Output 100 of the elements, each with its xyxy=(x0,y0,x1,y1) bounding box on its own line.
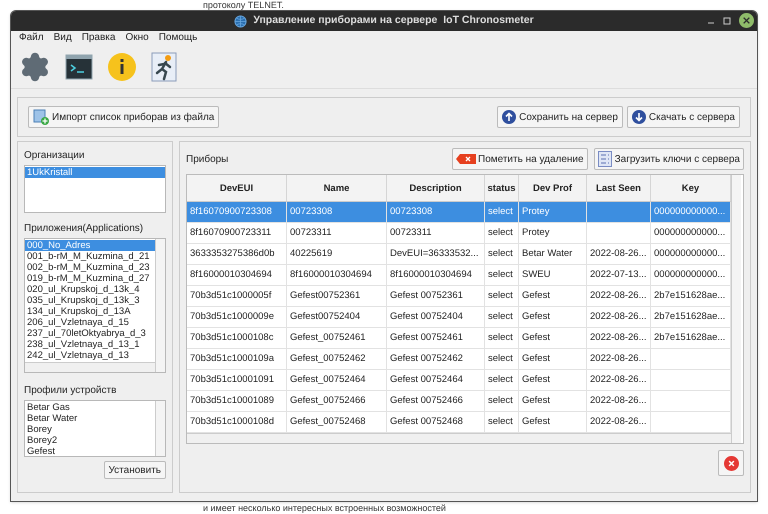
table-row[interactable]: 70b3d51c1000109a Gefest_00752462 Gefest 00752462 select Gefest 2022-08-26... xyxy=(187,349,731,370)
table-cell-text: 40225619 xyxy=(290,246,332,261)
column-header[interactable]: Last Seen xyxy=(587,175,651,201)
table-cell-text: 00723308 xyxy=(290,204,332,219)
info-icon[interactable] xyxy=(107,52,137,82)
table-cell-text: Gefest xyxy=(522,352,550,366)
list-item[interactable]: 206_ul_Vzletnaya_d_15 xyxy=(25,317,155,328)
mark-delete-button[interactable]: Пометить на удаление xyxy=(452,148,588,170)
table-cell-text: Gefest 00752404 xyxy=(390,310,463,324)
table-cell-text: 000000000000... xyxy=(654,204,726,219)
list-item[interactable]: Betar Water xyxy=(25,413,155,424)
table-cell-text: 8f16070900723311 xyxy=(190,226,272,240)
settings-icon[interactable] xyxy=(19,50,51,82)
list-item[interactable]: 020_ul_Krupskoj_d_13k_4 xyxy=(25,284,155,295)
list-item[interactable]: 242_ul_Vzletnaya_d_13 xyxy=(25,350,155,361)
list-item[interactable]: 035_ul_Krupskoj_d_13k_3 xyxy=(25,295,155,306)
table-cell-text: select xyxy=(488,394,513,408)
table-cell-text: Gefest xyxy=(522,372,550,387)
list-item[interactable]: 019_b-rM_M_Kuzmina_d_27 xyxy=(25,273,155,284)
vertical-scrollbar[interactable] xyxy=(731,175,741,443)
terminal-icon[interactable] xyxy=(65,54,93,80)
table-cell-text: Gefest_00752462 xyxy=(290,352,366,366)
horizontal-scrollbar[interactable] xyxy=(25,362,155,372)
table-cell-text: Gefest_00752466 xyxy=(290,394,366,408)
table-cell-text: 3633353275386d0b xyxy=(190,246,275,261)
table-cell-text: Gefest00752404 xyxy=(290,310,360,324)
document-text: и имеет несколько интересных встроенных возможностей xyxy=(203,503,446,513)
close-icon[interactable] xyxy=(739,13,754,28)
table-row[interactable]: 70b3d51c10001091 Gefest_00752464 Gefest 00752464 select Gefest 2022-08-26... xyxy=(187,370,731,391)
table-cell-text: 70b3d51c1000009e xyxy=(190,310,274,324)
list-item[interactable]: 134_ul_Krupskoj_d_13A xyxy=(25,306,155,317)
save-to-server-button[interactable]: Сохранить на сервер xyxy=(497,106,623,128)
horizontal-scrollbar[interactable] xyxy=(187,433,731,443)
window-title: Управление приборами на сервере IoT Chronosmeter xyxy=(253,13,534,28)
table-cell-text: 00723311 xyxy=(290,226,332,240)
import-button[interactable]: Импорт список приборав из файла xyxy=(28,106,220,128)
load-keys-button[interactable]: Загрузить ключи с сервера xyxy=(594,148,744,170)
column-header[interactable]: status xyxy=(485,175,519,201)
table-row[interactable]: 70b3d51c1000009e Gefest00752404 Gefest 00752404 select Gefest 2022-08-26... 2b7e151628ae... xyxy=(187,307,731,328)
close-icon xyxy=(724,456,738,470)
table-cell-text: 000000000000... xyxy=(654,246,726,261)
column-header[interactable]: Name xyxy=(287,175,387,201)
table-row[interactable]: 8f16070900723311 00723311 00723311 select Protey 000000000000... xyxy=(187,223,731,244)
table-cell-text: 2022-08-26... xyxy=(590,372,647,387)
table-row[interactable]: 70b3d51c1000005f Gefest00752361 Gefest 00752361 select Gefest 2022-08-26... 2b7e151628ae... xyxy=(187,286,731,307)
table-cell-text: Gefest00752361 xyxy=(290,288,360,303)
list-item[interactable]: 002_b-rM_M_Kuzmina_d_23 xyxy=(25,262,155,273)
applications-label: Приложения(Applications) xyxy=(24,222,144,236)
menu-item[interactable]: Файл xyxy=(19,32,44,44)
table-cell-text: 70b3d51c1000109a xyxy=(190,352,274,366)
vertical-scrollbar[interactable] xyxy=(155,401,165,456)
close-button[interactable] xyxy=(718,450,744,476)
table-cell-text: DevEUI=36333532... xyxy=(390,246,478,261)
table-cell-text: 2b7e151628ae... xyxy=(654,330,726,345)
table-cell-text: Betar Water xyxy=(522,246,572,261)
column-header[interactable]: DevEUI xyxy=(187,175,287,201)
table-cell-text: select xyxy=(488,352,513,366)
table-cell-text: Gefest 00752466 xyxy=(390,394,463,408)
install-button[interactable]: Установить xyxy=(104,461,166,479)
list-item[interactable]: 237_ul_70letOktyabrya_d_3 xyxy=(25,328,155,339)
menu-item[interactable]: Вид xyxy=(54,32,72,44)
download-from-server-button[interactable]: Скачать с сервера xyxy=(626,106,740,128)
table-cell-text: Gefest_00752464 xyxy=(290,372,366,387)
list-item[interactable]: 001_b-rM_M_Kuzmina_d_21 xyxy=(25,251,155,262)
table-row[interactable]: 70b3d51c1000108c Gefest_00752461 Gefest 00752461 select Gefest 2022-08-26... 2b7e151628ae... xyxy=(187,328,731,349)
menu-item[interactable]: Помощь xyxy=(158,32,198,44)
table-row[interactable]: 8f16000010304694 8f16000010304694 8f16000010304694 select SWEU 2022-07-13... 000000000000... xyxy=(187,265,731,286)
table-cell-text: select xyxy=(488,310,513,324)
table-cell-text: 70b3d51c10001089 xyxy=(190,394,274,408)
menu-item[interactable]: Окно xyxy=(125,32,149,44)
list-item[interactable]: Betar Gas xyxy=(25,402,155,413)
column-header[interactable]: Description xyxy=(387,175,485,201)
running-man-exit-icon[interactable] xyxy=(151,52,177,82)
upload-icon xyxy=(502,110,516,124)
vertical-scrollbar[interactable] xyxy=(155,239,165,372)
column-header[interactable]: Dev Prof xyxy=(519,175,587,201)
table-cell-text: 2b7e151628ae... xyxy=(654,288,726,303)
table-cell-text: 70b3d51c1000108d xyxy=(190,414,274,429)
list-item[interactable]: Borey2 xyxy=(25,435,155,446)
menu-item[interactable]: Правка xyxy=(82,32,116,44)
table-cell-text: Gefest 00752468 xyxy=(390,414,463,429)
table-cell-text: 8f16000010304694 xyxy=(190,268,272,282)
list-item[interactable]: Borey xyxy=(25,424,155,435)
maximize-icon[interactable] xyxy=(723,16,731,24)
table-cell-text: select xyxy=(488,414,513,429)
table-cell-text: Protey xyxy=(522,226,550,240)
table-cell-text: Gefest_00752461 xyxy=(290,330,366,345)
table-cell-text: select xyxy=(488,226,513,240)
table-cell-text: Gefest xyxy=(522,394,550,408)
table-cell-text: Gefest 00752464 xyxy=(390,372,463,387)
table-cell-text: Gefest_00752468 xyxy=(290,414,366,429)
list-item[interactable]: Gefest xyxy=(25,446,155,456)
table-row[interactable]: 70b3d51c10001089 Gefest_00752466 Gefest 00752466 select Gefest 2022-08-26... xyxy=(187,391,731,412)
table-row[interactable]: 3633353275386d0b 40225619 DevEUI=36333532... select Betar Water 2022-08-26... 000000000000... xyxy=(187,244,731,265)
table-cell-text: select xyxy=(488,204,513,219)
table-cell-text: 000000000000... xyxy=(654,268,726,282)
table-cell-text: Gefest 00752361 xyxy=(390,288,463,303)
list-item[interactable]: 238_ul_Vzletnaya_d_13_1 xyxy=(25,339,155,350)
table-cell-text: Gefest xyxy=(522,330,550,345)
table-cell-text: 2022-08-26... xyxy=(590,288,647,303)
